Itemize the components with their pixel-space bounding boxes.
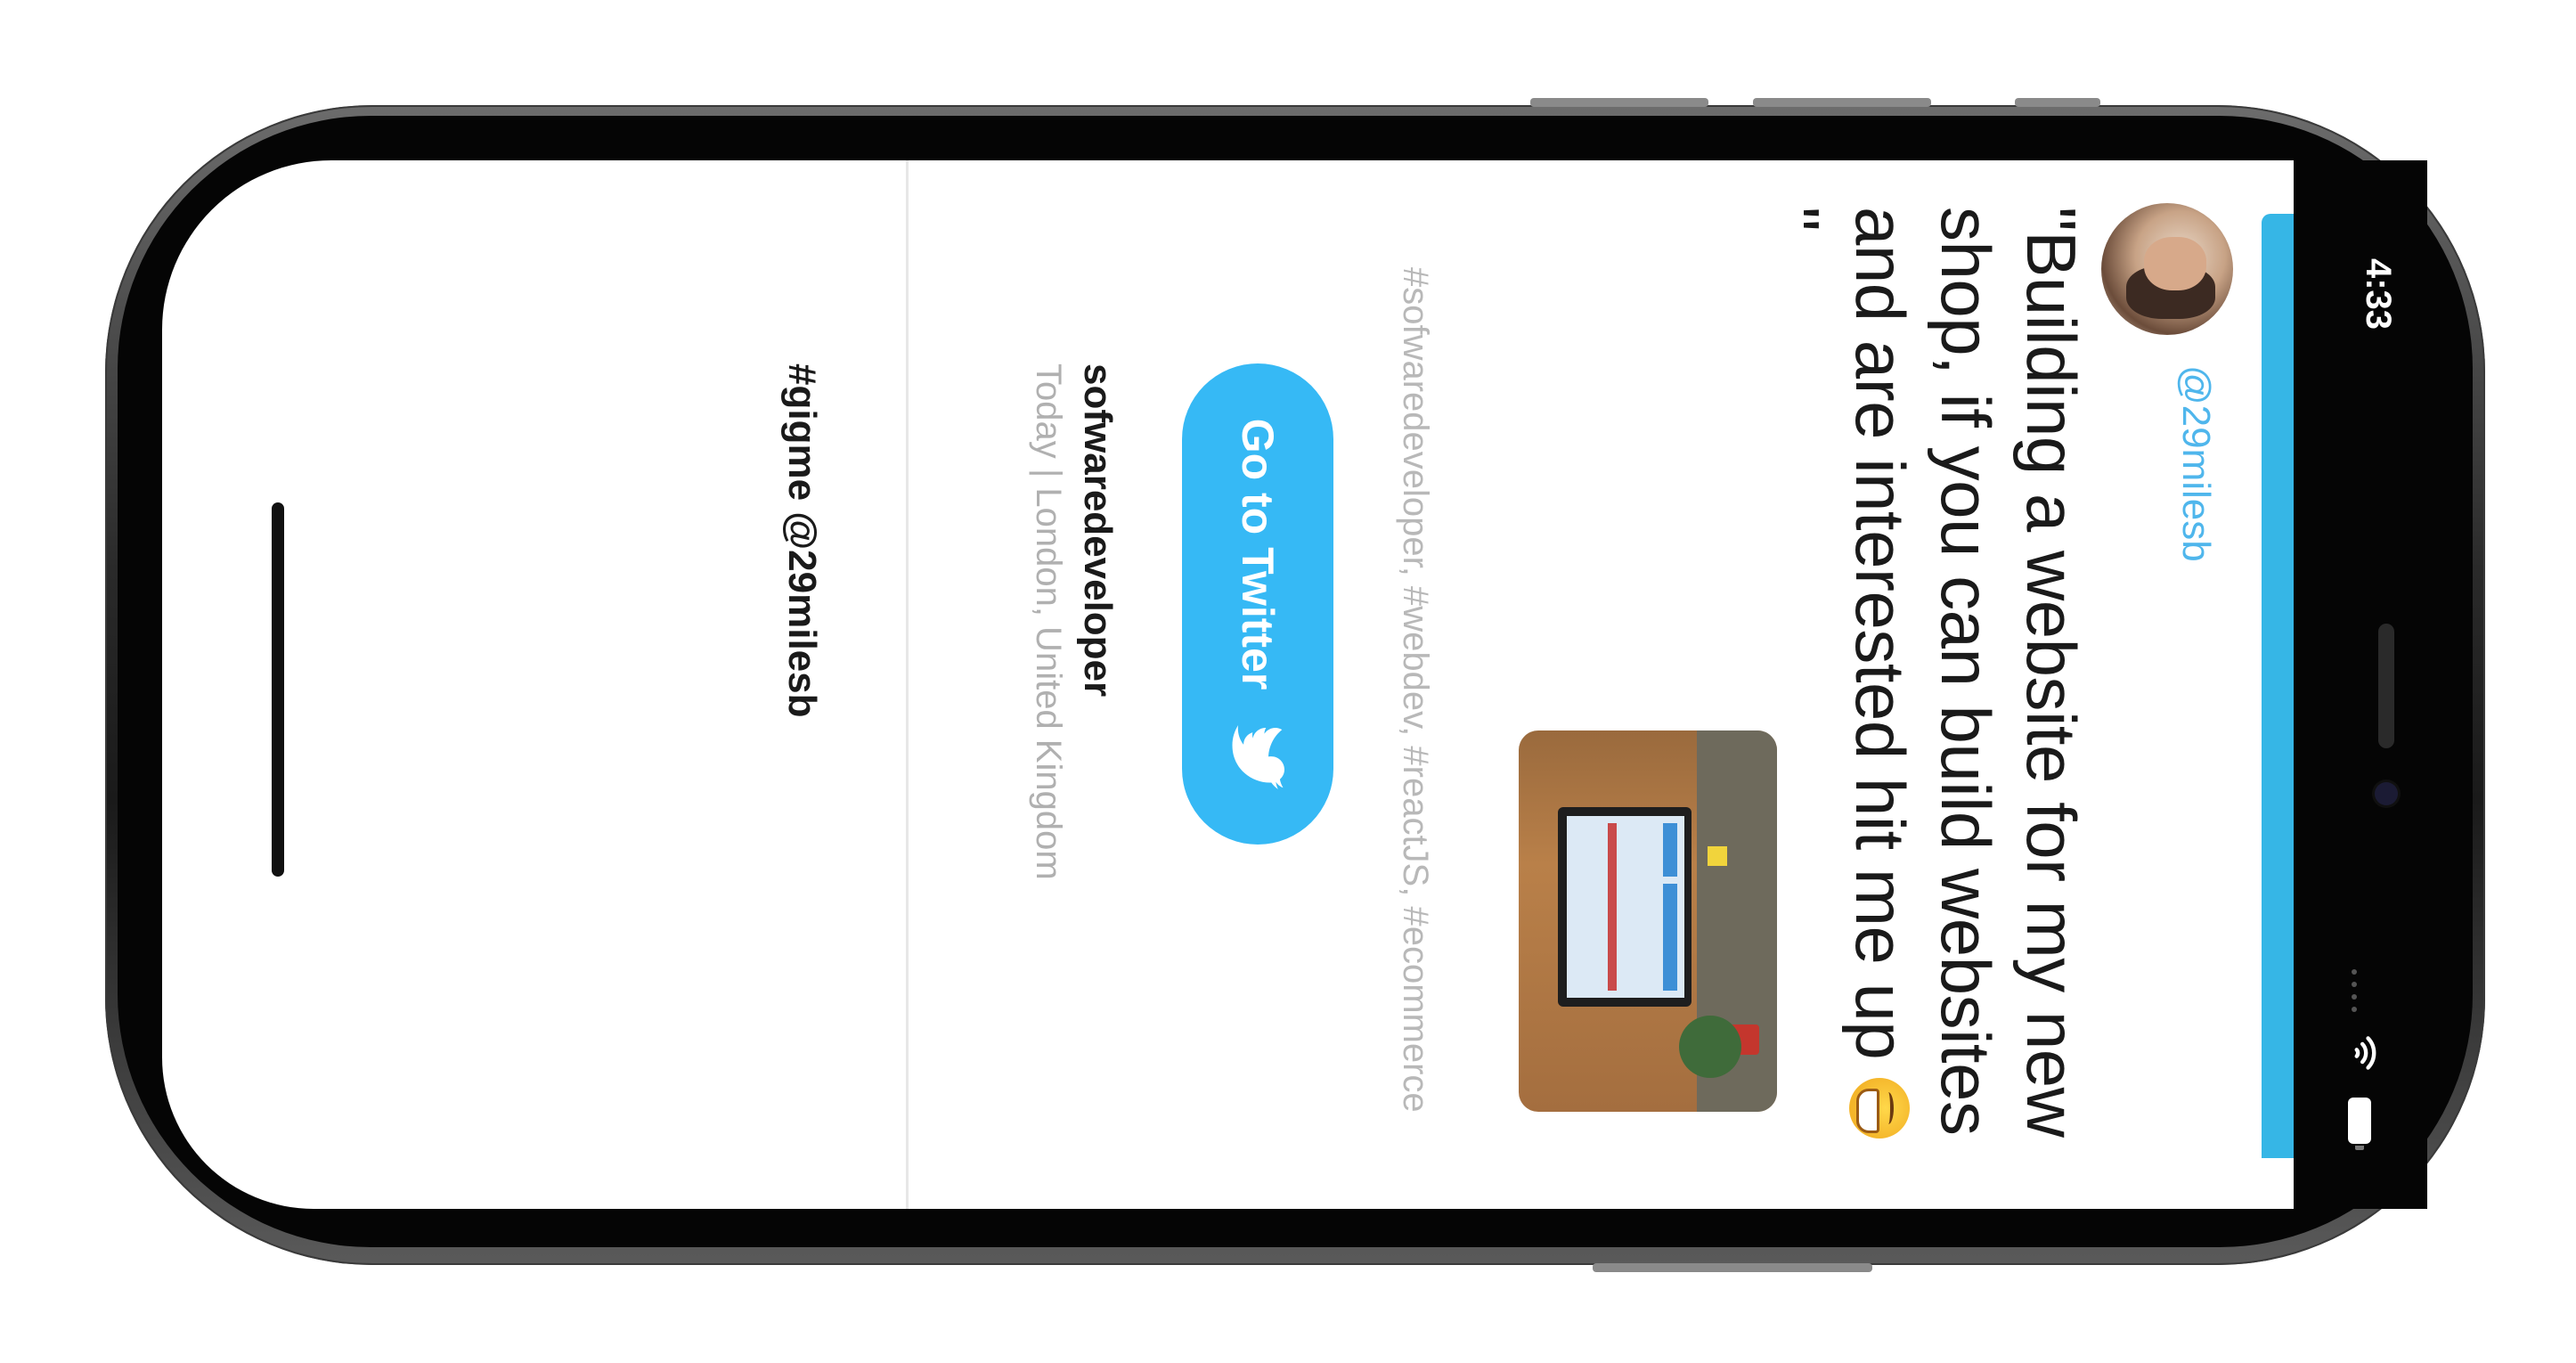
home-indicator[interactable] (272, 502, 284, 877)
card-stack-accent (2262, 214, 2294, 1158)
earpiece-speaker (2378, 624, 2394, 748)
image-screen-bar (1608, 823, 1617, 991)
tweet-card (2219, 160, 2262, 1209)
status-time: 4:33 (2359, 257, 2398, 331)
image-sticky-note (1708, 846, 1727, 866)
wifi-icon (2344, 1033, 2384, 1077)
avatar[interactable] (2101, 203, 2233, 335)
image-plant (1679, 1016, 1741, 1078)
app-view: @29milesb "Building a website for my new… (162, 160, 2294, 1209)
phone-screen: @29milesb "Building a website for my new… (162, 160, 2294, 1209)
silent-switch (2015, 98, 2100, 107)
power-button (1593, 1263, 1872, 1272)
image-screen-bar (1663, 884, 1677, 991)
battery-icon (2348, 1098, 2371, 1150)
tweet-handle[interactable]: @29milesb (2172, 365, 2219, 562)
go-to-twitter-button[interactable]: Go to Twitter (1182, 363, 1333, 845)
cellular-signal-icon (2350, 969, 2359, 1023)
go-to-twitter-label: Go to Twitter (1233, 418, 1283, 690)
twitter-bird-icon (1231, 725, 1284, 790)
front-camera (2375, 782, 2398, 805)
tweet-hashtags: #sofwaredeveloper, #webdev, #reactJS, #e… (1396, 267, 1435, 1113)
footer-tag: #gigme @29milesb (780, 363, 824, 718)
grinning-face-emoji-icon (1849, 1078, 1910, 1139)
avatar-face (2144, 237, 2206, 290)
section-divider (906, 160, 909, 1209)
device-stage: @29milesb "Building a website for my new… (0, 0, 2576, 1363)
tweet-text: "Building a website for my new shop, if … (1752, 207, 2094, 1169)
post-author: sofwaredeveloper (1076, 363, 1120, 698)
volume-up-button (1530, 98, 1708, 107)
tweet-text-end: " (1756, 207, 1834, 232)
tweet-image[interactable] (1519, 730, 1777, 1112)
tweet-text-body: "Building a website for my new shop, if … (1841, 207, 2091, 1138)
image-screen-bar (1663, 823, 1677, 877)
post-meta: Today | London, United Kingdom (1029, 363, 1068, 880)
volume-down-button (1753, 98, 1931, 107)
